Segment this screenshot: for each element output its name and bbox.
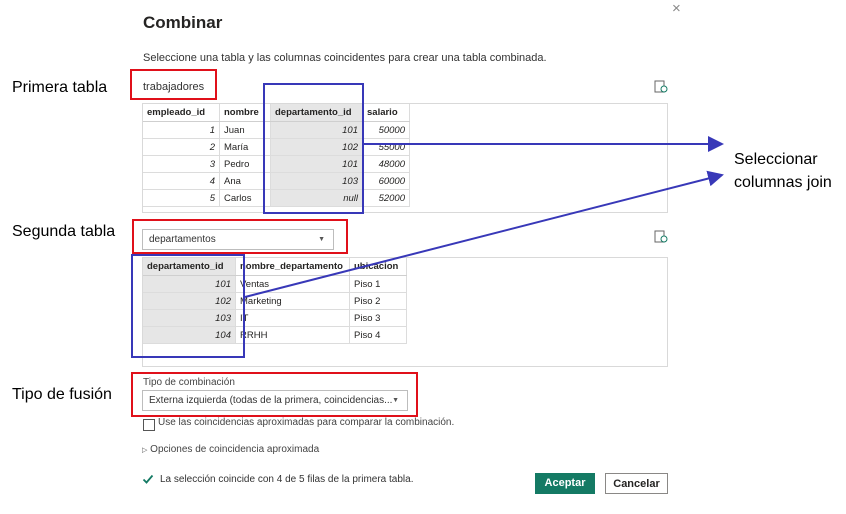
annotation-arrows xyxy=(244,136,724,298)
arrow-second-column xyxy=(244,170,724,298)
